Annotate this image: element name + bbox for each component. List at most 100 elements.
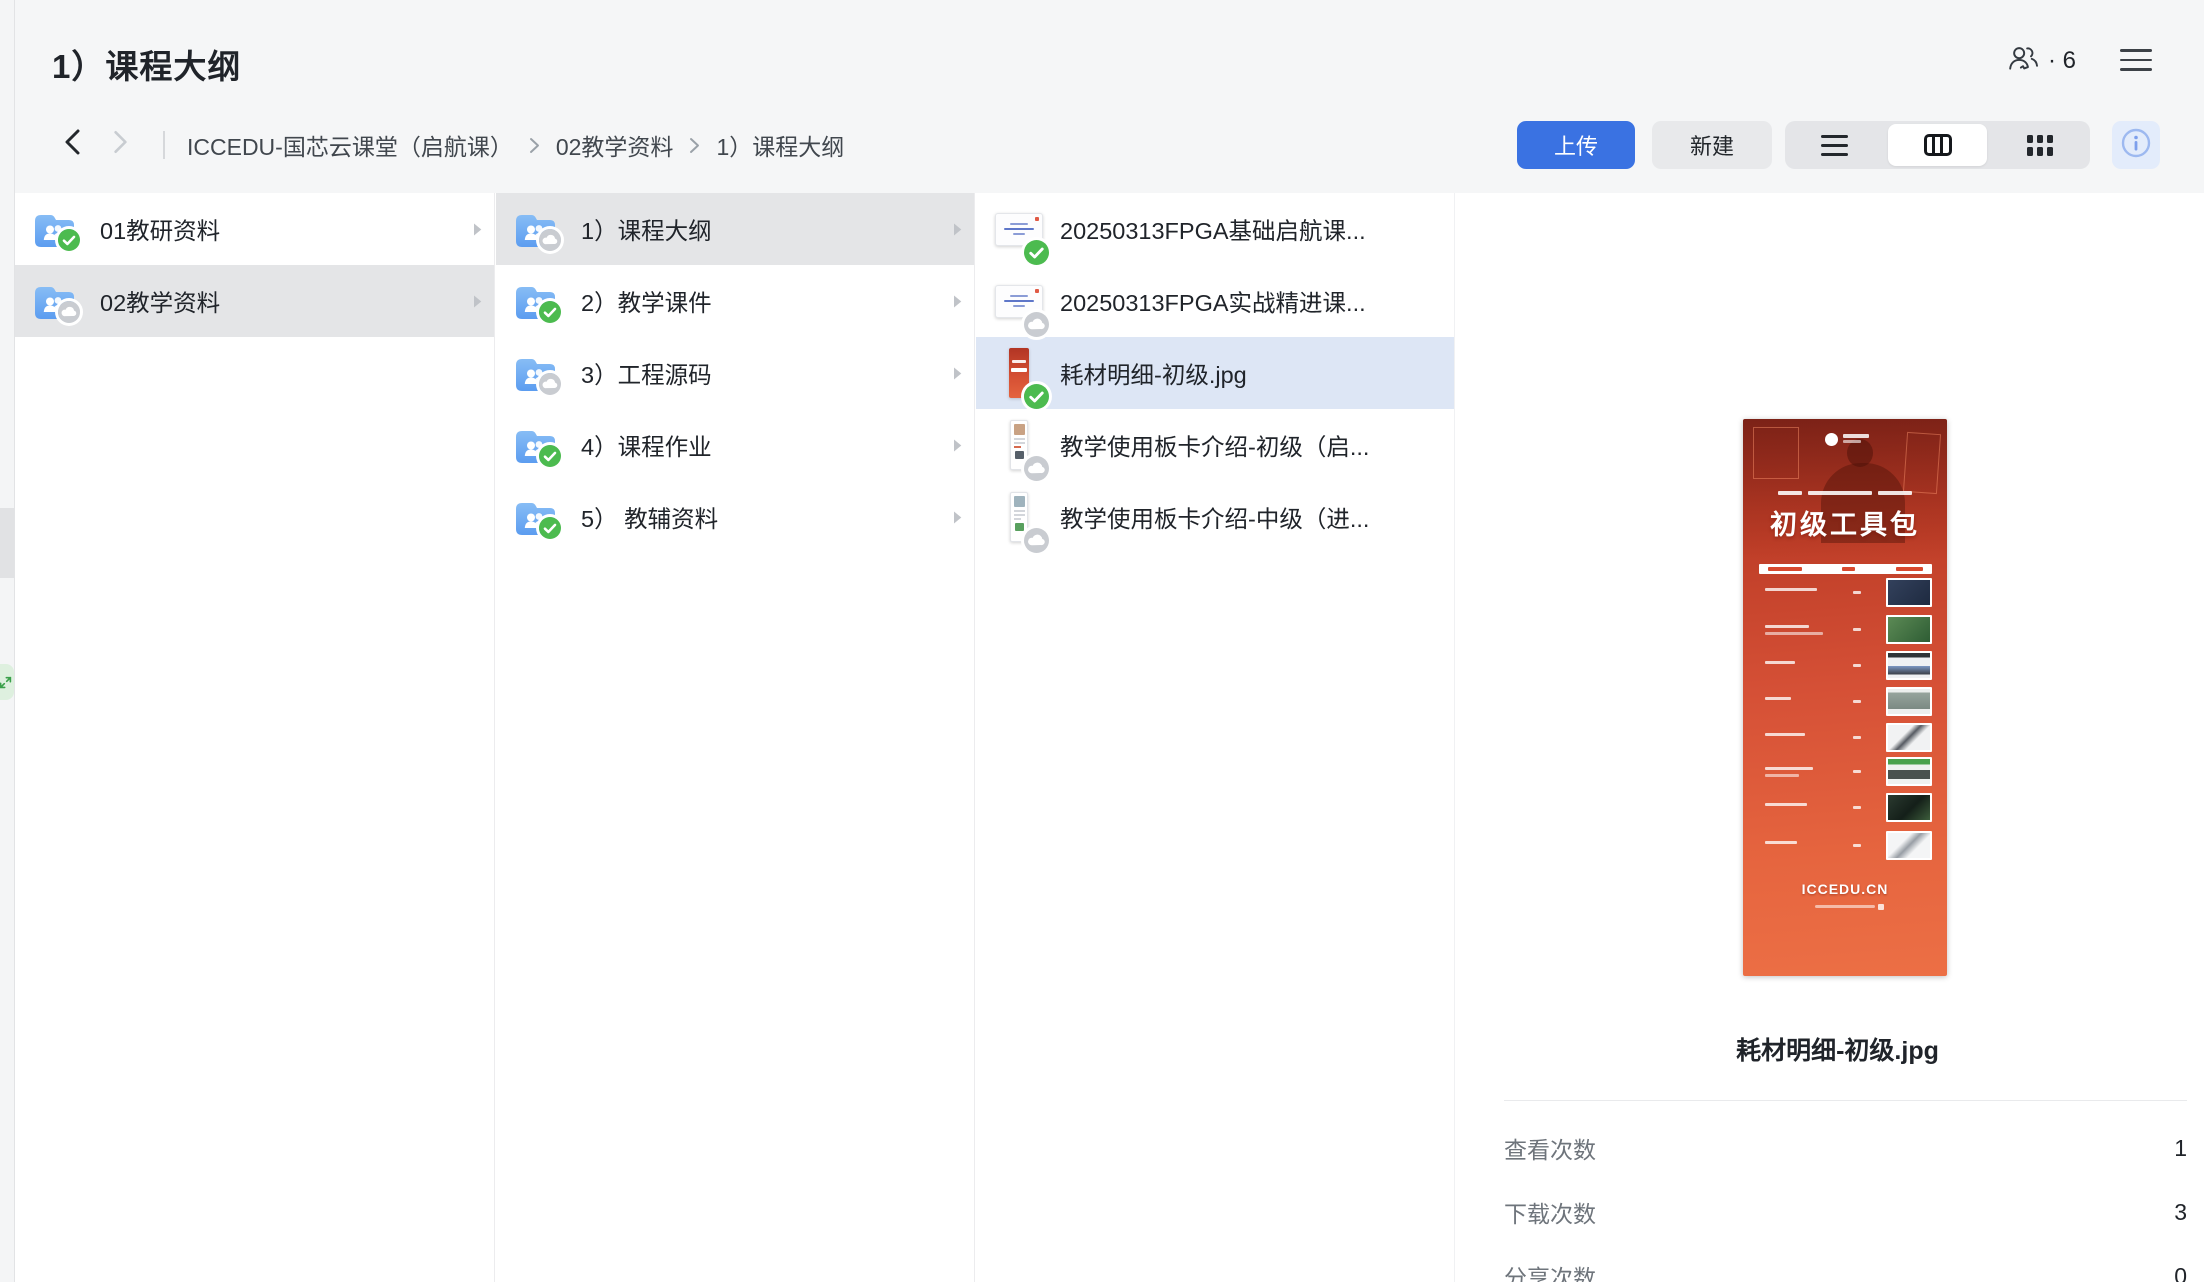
chevron-right-icon	[952, 438, 964, 453]
people-icon	[2007, 44, 2040, 77]
folder-row[interactable]: 5） 教辅资料	[496, 481, 974, 553]
column-folders-level1: 01教研资料 02教学资料	[15, 193, 495, 1282]
stat-label: 分享次数	[1504, 1259, 1596, 1282]
file-row[interactable]: 教学使用板卡介绍-中级（进...	[976, 481, 1454, 553]
folder-name: 3）工程源码	[581, 356, 952, 390]
poster-product-row	[1743, 687, 1947, 719]
shared-folder-icon	[513, 355, 555, 391]
chevron-right-icon	[952, 366, 964, 381]
file-name: 20250313FPGA实战精进课...	[1060, 284, 1444, 318]
poster-product-row	[1743, 615, 1947, 647]
file-row[interactable]: 耗材明细-初级.jpg	[976, 337, 1454, 409]
cloud-badge-icon	[1024, 456, 1049, 481]
upload-button[interactable]: 上传	[1517, 121, 1635, 169]
cloud-badge-icon	[539, 373, 561, 395]
cloud-badge-icon	[1024, 312, 1049, 337]
folder-name: 4）课程作业	[581, 428, 952, 462]
chevron-right-icon	[472, 222, 484, 237]
columns-view-icon	[1924, 134, 1952, 156]
folder-row[interactable]: 3）工程源码	[496, 337, 974, 409]
file-thumbnail	[993, 487, 1045, 547]
rail-section	[0, 508, 15, 578]
file-thumbnail	[993, 343, 1045, 403]
synced-badge-icon	[539, 445, 561, 467]
breadcrumb-separator-icon	[529, 137, 540, 154]
stat-row: 分享次数0	[1504, 1254, 2187, 1282]
shared-folder-icon	[32, 211, 74, 247]
column-files: 20250313FPGA基础启航课... 20250313FPGA实战精进课...…	[976, 193, 1455, 1282]
file-thumbnail	[993, 199, 1045, 259]
folder-row[interactable]: 4）课程作业	[496, 409, 974, 481]
poster-product-row	[1743, 723, 1947, 755]
breadcrumb: ICCEDU-国芯云课堂（启航课） 02教学资料 1）课程大纲	[187, 131, 844, 159]
image-preview[interactable]: 初级工具包 ICCEDU.CN	[1743, 419, 1947, 976]
file-row[interactable]: 20250313FPGA基础启航课...	[976, 193, 1454, 265]
preview-filename: 耗材明细-初级.jpg	[1471, 1031, 2204, 1067]
poster-product-row	[1743, 757, 1947, 789]
file-name: 耗材明细-初级.jpg	[1060, 356, 1444, 390]
divider	[1504, 1100, 2187, 1101]
preview-panel: 初级工具包 ICCEDU.CN 耗材明细-初级.jpg 查看次数 1 下载次数3 分享…	[1471, 386, 2204, 1282]
folder-row[interactable]: 1）课程大纲	[496, 193, 974, 265]
grid-view-icon	[2027, 135, 2053, 156]
file-name: 20250313FPGA基础启航课...	[1060, 212, 1444, 246]
shared-folder-icon	[513, 427, 555, 463]
shared-folder-icon	[513, 211, 555, 247]
view-list-button[interactable]	[1785, 121, 1885, 169]
cloud-badge-icon	[58, 301, 80, 323]
member-count: · 6	[2048, 47, 2076, 75]
file-row[interactable]: 教学使用板卡介绍-初级（启...	[976, 409, 1454, 481]
shared-folder-icon	[513, 283, 555, 319]
expand-panel-tab[interactable]	[0, 664, 14, 700]
cloud-badge-icon	[539, 229, 561, 251]
breadcrumb-item[interactable]: 1）课程大纲	[716, 128, 844, 162]
file-name: 教学使用板卡介绍-中级（进...	[1060, 500, 1444, 534]
poster-product-row	[1743, 578, 1947, 610]
folder-row[interactable]: 02教学资料	[15, 265, 494, 337]
new-button[interactable]: 新建	[1652, 121, 1772, 169]
forward-button[interactable]	[113, 130, 128, 159]
folder-name: 5） 教辅资料	[581, 500, 952, 534]
stats-list: 查看次数1下载次数3分享次数0评论次数0	[1504, 1126, 2187, 1282]
shared-folder-icon	[513, 499, 555, 535]
chevron-right-icon	[472, 294, 484, 309]
members-button[interactable]: · 6	[2007, 44, 2076, 77]
synced-badge-icon	[58, 229, 80, 251]
synced-badge-icon	[539, 301, 561, 323]
view-grid-button[interactable]	[1990, 121, 2090, 169]
folder-name: 02教学资料	[100, 284, 472, 318]
poster-footer: ICCEDU.CN	[1743, 881, 1947, 897]
synced-badge-icon	[1024, 384, 1049, 409]
miller-columns: 01教研资料 02教学资料 1）课程大纲 2）教学课件 3）工程源码 4）课程作业 5） …	[15, 193, 2204, 1282]
back-button[interactable]	[64, 129, 81, 160]
menu-icon[interactable]	[2120, 49, 2152, 71]
poster-title: 初级工具包	[1743, 503, 1947, 542]
folder-name: 2）教学课件	[581, 284, 952, 318]
folder-row[interactable]: 01教研资料	[15, 193, 494, 265]
shared-folder-icon	[32, 283, 74, 319]
file-name: 教学使用板卡介绍-初级（启...	[1060, 428, 1444, 462]
folder-row[interactable]: 2）教学课件	[496, 265, 974, 337]
stat-label: 下载次数	[1504, 1195, 1596, 1229]
breadcrumb-item[interactable]: ICCEDU-国芯云课堂（启航课）	[187, 128, 513, 162]
view-switcher	[1785, 121, 2090, 169]
file-thumbnail	[993, 415, 1045, 475]
stat-label: 查看次数	[1504, 1131, 1596, 1165]
breadcrumb-separator-icon	[689, 137, 700, 154]
poster-table-header	[1759, 564, 1932, 574]
poster-product-row	[1743, 651, 1947, 683]
cloud-badge-icon	[1024, 528, 1049, 553]
divider	[163, 131, 165, 159]
info-button[interactable]	[2112, 121, 2160, 169]
page-title: 1）课程大纲	[52, 40, 241, 88]
stat-row: 下载次数3	[1504, 1190, 2187, 1234]
poster-logo-icon	[1825, 433, 1838, 446]
file-manager-window: 1）课程大纲 · 6 ICCEDU-国芯云课堂（启航课） 02教学资料 1	[0, 0, 2204, 1282]
view-columns-button[interactable]	[1888, 124, 1988, 166]
breadcrumb-item[interactable]: 02教学资料	[556, 128, 674, 162]
chevron-right-icon	[952, 510, 964, 525]
poster-product-row	[1743, 831, 1947, 863]
file-row[interactable]: 20250313FPGA实战精进课...	[976, 265, 1454, 337]
chevron-right-icon	[952, 294, 964, 309]
stat-value: 1	[2174, 1135, 2187, 1162]
